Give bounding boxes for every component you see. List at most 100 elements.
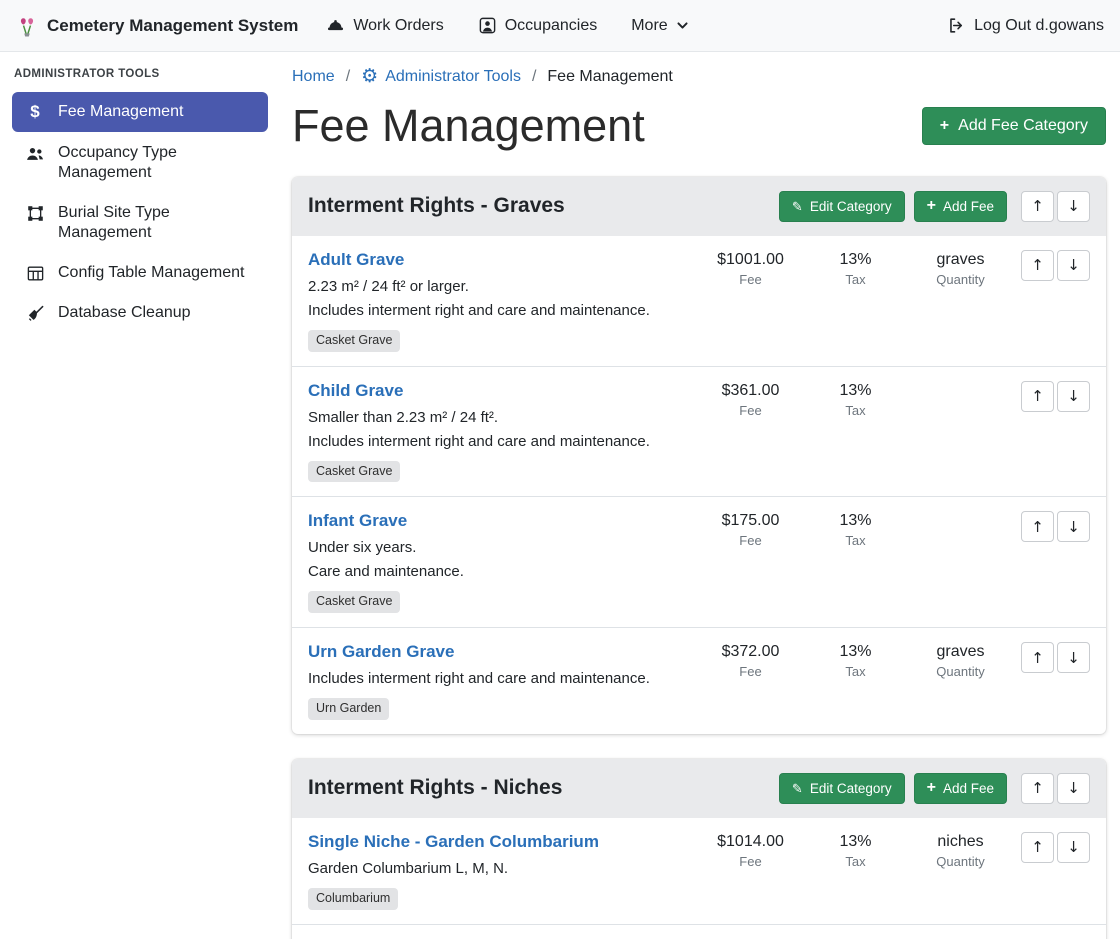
breadcrumb-admin-tools-link[interactable]: ⚙ Administrator Tools bbox=[361, 68, 521, 86]
navbar-brand[interactable]: Cemetery Management System bbox=[16, 15, 298, 37]
chevron-down-icon bbox=[676, 19, 689, 32]
sidebar-item-database-cleanup[interactable]: Database Cleanup bbox=[12, 294, 268, 332]
fee-description: Includes interment right and care and ma… bbox=[308, 299, 688, 323]
fee-amount-label: Fee bbox=[698, 664, 803, 679]
breadcrumb: Home / ⚙ Administrator Tools / Fee Manag… bbox=[292, 68, 1106, 86]
fee-amount: $175.00 bbox=[698, 512, 803, 530]
fee-name-link[interactable]: Urn Garden Grave bbox=[308, 642, 454, 662]
fee-tax-column: 13% Tax bbox=[803, 250, 908, 287]
logout-icon bbox=[947, 16, 966, 35]
fee-type-badge: Casket Grave bbox=[308, 330, 400, 352]
move-category-down-button[interactable]: ↓ bbox=[1057, 191, 1090, 222]
breadcrumb-admin-tools-label: Administrator Tools bbox=[385, 68, 521, 86]
fee-amount-label: Fee bbox=[698, 403, 803, 418]
sidebar-item-fee-management[interactable]: $ Fee Management bbox=[12, 92, 268, 132]
move-fee-up-button[interactable]: ↑ bbox=[1021, 642, 1054, 673]
arrow-up-icon: ↑ bbox=[1031, 256, 1044, 274]
occupant-icon bbox=[478, 16, 497, 35]
move-fee-down-button[interactable]: ↓ bbox=[1057, 642, 1090, 673]
category-title: Interment Rights - Graves bbox=[308, 194, 565, 218]
fee-tax-column: 13% Tax bbox=[803, 381, 908, 418]
arrow-up-icon: ↑ bbox=[1031, 518, 1044, 536]
fee-category-header: Interment Rights - Niches ✎ Edit Categor… bbox=[292, 759, 1106, 818]
nav-item-more[interactable]: More bbox=[631, 17, 688, 35]
logout-link[interactable]: Log Out d.gowans bbox=[947, 16, 1104, 35]
edit-category-button[interactable]: ✎ Edit Category bbox=[779, 773, 905, 804]
fee-row: Single Niche - Garden Columbarium Garden… bbox=[292, 818, 1106, 924]
breadcrumb-home-link[interactable]: Home bbox=[292, 68, 335, 86]
edit-category-button[interactable]: ✎ Edit Category bbox=[779, 191, 905, 222]
fee-description: Smaller than 2.23 m² / 24 ft². bbox=[308, 406, 688, 430]
move-fee-down-button[interactable]: ↓ bbox=[1057, 832, 1090, 863]
move-fee-down-button[interactable]: ↓ bbox=[1057, 381, 1090, 412]
plus-icon: + bbox=[927, 199, 936, 213]
fee-amount-column: $1001.00 Fee bbox=[698, 250, 803, 287]
fee-quantity: graves bbox=[908, 251, 1013, 269]
add-fee-button[interactable]: + Add Fee bbox=[914, 773, 1007, 804]
move-fee-up-button[interactable]: ↑ bbox=[1021, 250, 1054, 281]
fee-descriptions: Includes interment right and care and ma… bbox=[308, 667, 688, 691]
move-fee-up-button[interactable]: ↑ bbox=[1021, 832, 1054, 863]
fee-descriptions: 2.23 m² / 24 ft² or larger.Includes inte… bbox=[308, 275, 688, 323]
fee-quantity-column bbox=[908, 381, 1013, 385]
table-icon bbox=[25, 264, 45, 283]
add-fee-button[interactable]: + Add Fee bbox=[914, 191, 1007, 222]
fee-quantity-column: niches Quantity bbox=[908, 832, 1013, 869]
fee-tax-label: Tax bbox=[803, 272, 908, 287]
fee-amount-label: Fee bbox=[698, 854, 803, 869]
nav-item-occupancies[interactable]: Occupancies bbox=[478, 16, 598, 35]
fee-name-link[interactable]: Child Grave bbox=[308, 381, 403, 401]
fee-name-link[interactable]: Adult Grave bbox=[308, 250, 404, 270]
fee-row: Adult Grave 2.23 m² / 24 ft² or larger.I… bbox=[292, 236, 1106, 366]
breadcrumb-separator: / bbox=[346, 68, 350, 86]
fee-tax-label: Tax bbox=[803, 854, 908, 869]
arrow-up-icon: ↑ bbox=[1031, 838, 1044, 856]
arrow-down-icon: ↓ bbox=[1067, 838, 1080, 856]
fee-type-badge: Casket Grave bbox=[308, 461, 400, 483]
fee-tax-label: Tax bbox=[803, 403, 908, 418]
nav-item-work-orders[interactable]: Work Orders bbox=[326, 16, 443, 35]
fee-description: Under six years. bbox=[308, 536, 688, 560]
add-fee-category-label: Add Fee Category bbox=[958, 117, 1088, 135]
sidebar-item-label: Fee Management bbox=[58, 102, 183, 122]
fee-amount-label: Fee bbox=[698, 533, 803, 548]
dollar-icon: $ bbox=[25, 103, 45, 121]
navbar-links: Work Orders Occupancies More bbox=[326, 16, 688, 35]
move-category-up-button[interactable]: ↑ bbox=[1021, 773, 1054, 804]
sidebar-item-occupancy-type-management[interactable]: Occupancy Type Management bbox=[12, 134, 268, 192]
arrow-down-icon: ↓ bbox=[1067, 197, 1080, 215]
move-fee-up-button[interactable]: ↑ bbox=[1021, 511, 1054, 542]
fee-tax: 13% bbox=[803, 382, 908, 400]
fee-descriptions: Smaller than 2.23 m² / 24 ft².Includes i… bbox=[308, 406, 688, 454]
fee-descriptions: Garden Columbarium L, M, N. bbox=[308, 857, 688, 881]
nav-item-label: Work Orders bbox=[353, 17, 443, 35]
fee-name-link[interactable]: Infant Grave bbox=[308, 511, 407, 531]
tulip-logo-icon bbox=[16, 15, 38, 37]
move-category-down-button[interactable]: ↓ bbox=[1057, 773, 1090, 804]
fee-description: Includes interment right and care and ma… bbox=[308, 430, 688, 454]
sidebar-item-config-table-management[interactable]: Config Table Management bbox=[12, 254, 268, 292]
sidebar-item-label: Occupancy Type Management bbox=[58, 143, 255, 183]
fee-tax-column: 13% Tax bbox=[803, 642, 908, 679]
add-fee-category-button[interactable]: + Add Fee Category bbox=[922, 107, 1106, 145]
sidebar-item-burial-site-type-management[interactable]: Burial Site Type Management bbox=[12, 194, 268, 252]
arrow-up-icon: ↑ bbox=[1031, 197, 1044, 215]
page-title: Fee Management bbox=[292, 100, 645, 152]
fee-tax: 13% bbox=[803, 251, 908, 269]
move-category-up-button[interactable]: ↑ bbox=[1021, 191, 1054, 222]
fee-tax-label: Tax bbox=[803, 664, 908, 679]
fee-row: Urn Garden Grave Includes interment righ… bbox=[292, 627, 1106, 734]
move-fee-down-button[interactable]: ↓ bbox=[1057, 511, 1090, 542]
fee-quantity: graves bbox=[908, 643, 1013, 661]
fee-row: Infant Grave Under six years.Care and ma… bbox=[292, 496, 1106, 627]
fee-tax: 13% bbox=[803, 833, 908, 851]
move-fee-up-button[interactable]: ↑ bbox=[1021, 381, 1054, 412]
add-fee-label: Add Fee bbox=[943, 199, 994, 214]
fee-name-link[interactable]: Single Niche - Garden Columbarium bbox=[308, 832, 599, 852]
top-navbar: Cemetery Management System Work Orders bbox=[0, 0, 1120, 52]
fee-tax-column: 13% Tax bbox=[803, 511, 908, 548]
fee-amount-column: $175.00 Fee bbox=[698, 511, 803, 548]
sidebar-item-label: Config Table Management bbox=[58, 263, 245, 283]
fee-quantity-column: graves Quantity bbox=[908, 642, 1013, 679]
move-fee-down-button[interactable]: ↓ bbox=[1057, 250, 1090, 281]
